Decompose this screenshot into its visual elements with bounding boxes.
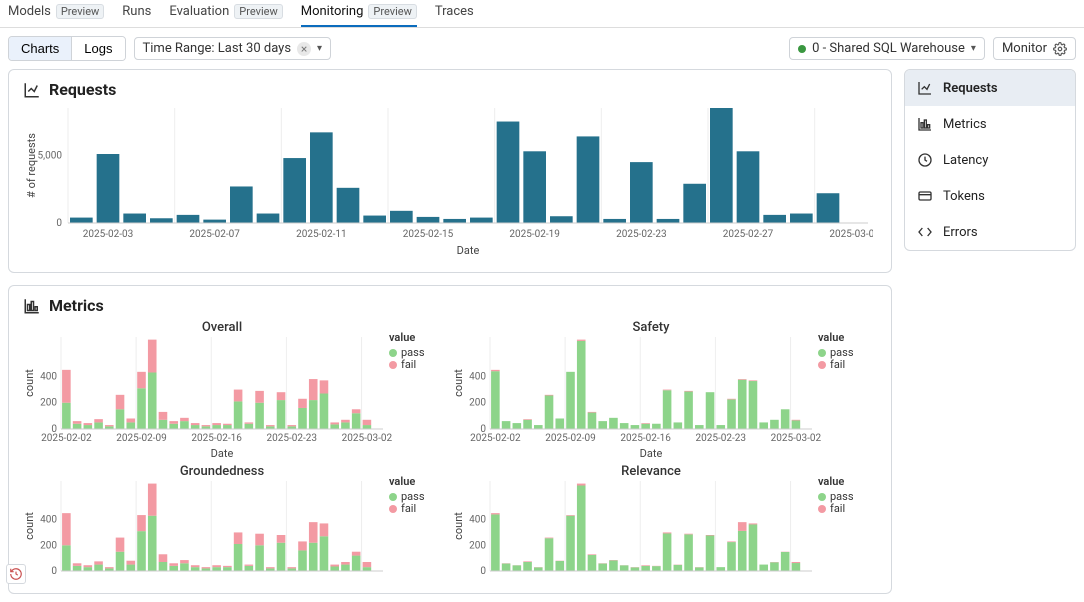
svg-text:2025-02-11: 2025-02-11 <box>296 229 347 240</box>
svg-text:0: 0 <box>51 566 57 577</box>
timerange-picker[interactable]: Time Range: Last 30 days × ▾ <box>134 37 332 60</box>
preview-badge: Preview <box>234 4 282 19</box>
svg-text:2025-02-03: 2025-02-03 <box>83 229 134 240</box>
svg-text:value: value <box>818 331 844 344</box>
svg-text:2025-03-03: 2025-03-03 <box>829 229 873 240</box>
svg-text:fail: fail <box>401 502 416 515</box>
svg-text:400: 400 <box>469 515 486 526</box>
svg-text:2025-02-27: 2025-02-27 <box>723 229 774 240</box>
svg-text:Overall: Overall <box>202 320 242 335</box>
groundedness-chart: Groundedness0200400countvaluepassfail <box>23 463 443 583</box>
svg-text:fail: fail <box>830 502 845 515</box>
monitor-button[interactable]: Monitor <box>993 37 1076 60</box>
code-icon <box>917 224 933 240</box>
chart-bar-icon <box>23 297 41 315</box>
clock-icon <box>917 152 933 168</box>
top-nav: ModelsPreview Runs EvaluationPreview Mon… <box>0 0 1084 28</box>
overall-chart: Overall0200400count2025-02-022025-02-092… <box>23 319 443 459</box>
svg-text:count: count <box>452 512 465 540</box>
chart-bar-icon <box>917 116 933 132</box>
charts-button[interactable]: Charts <box>9 37 71 60</box>
svg-text:2025-02-16: 2025-02-16 <box>191 433 242 444</box>
requests-chart: 0 5,000# of requests 2025-02-03 2025-02-07 2… <box>23 103 873 258</box>
svg-text:Date: Date <box>211 447 234 459</box>
metrics-panel: Metrics Overall 0 200 400 count 2025-02-02 202… <box>8 285 892 594</box>
svg-text:fail: fail <box>830 358 845 371</box>
sidebar-item-requests[interactable]: Requests <box>905 70 1075 106</box>
svg-text:fail: fail <box>401 358 416 371</box>
status-dot <box>798 45 806 53</box>
chevron-down-icon: ▾ <box>317 43 322 54</box>
svg-text:Date: Date <box>640 447 663 459</box>
tab-monitoring[interactable]: MonitoringPreview <box>301 0 417 27</box>
svg-text:value: value <box>818 475 844 488</box>
history-button[interactable] <box>6 564 26 584</box>
sidebar-item-tokens[interactable]: Tokens <box>905 178 1075 214</box>
gear-icon <box>1053 42 1067 56</box>
card-icon <box>917 188 933 204</box>
svg-text:200: 200 <box>40 398 57 409</box>
svg-text:2025-02-23: 2025-02-23 <box>696 433 747 444</box>
tab-models[interactable]: ModelsPreview <box>8 0 104 27</box>
svg-text:2025-02-09: 2025-02-09 <box>116 433 167 444</box>
chart-line-icon <box>23 81 41 99</box>
panel-title: Requests <box>23 80 877 99</box>
logs-button[interactable]: Logs <box>71 37 124 60</box>
relevance-chart: Relevance0200400countvaluepassfail <box>452 463 872 583</box>
sidebar-item-metrics[interactable]: Metrics <box>905 106 1075 142</box>
svg-text:2025-02-23: 2025-02-23 <box>267 433 318 444</box>
svg-text:Relevance: Relevance <box>621 464 681 479</box>
sidebar-item-errors[interactable]: Errors <box>905 214 1075 250</box>
svg-text:2025-02-16: 2025-02-16 <box>620 433 671 444</box>
requests-panel: Requests 0 5,000# of requests 2025-02-03 20… <box>8 69 892 273</box>
svg-text:400: 400 <box>469 371 486 382</box>
sidebar-item-latency[interactable]: Latency <box>905 142 1075 178</box>
svg-text:2025-02-09: 2025-02-09 <box>545 433 596 444</box>
history-icon <box>9 567 23 581</box>
warehouse-picker[interactable]: 0 - Shared SQL Warehouse ▾ <box>789 37 985 60</box>
svg-text:400: 400 <box>40 515 57 526</box>
svg-text:count: count <box>23 512 36 540</box>
toolbar: Charts Logs Time Range: Last 30 days × ▾… <box>0 28 1084 69</box>
svg-text:2025-02-02: 2025-02-02 <box>41 433 92 444</box>
tab-traces[interactable]: Traces <box>435 0 474 27</box>
panel-title: Metrics <box>23 296 877 315</box>
svg-text:400: 400 <box>40 371 57 382</box>
svg-text:value: value <box>389 331 415 344</box>
svg-text:200: 200 <box>469 398 486 409</box>
preview-badge: Preview <box>56 4 104 19</box>
svg-text:count: count <box>452 369 465 397</box>
close-icon[interactable]: × <box>297 42 311 56</box>
chart-line-icon <box>917 80 933 96</box>
svg-text:2025-02-15: 2025-02-15 <box>403 229 454 240</box>
svg-text:2025-02-07: 2025-02-07 <box>189 229 240 240</box>
section-nav: Requests Metrics Latency Tokens Errors <box>904 69 1076 251</box>
safety-chart: Safety0200400count2025-02-022025-02-0920… <box>452 319 872 459</box>
tab-runs[interactable]: Runs <box>122 0 151 27</box>
svg-text:200: 200 <box>469 540 486 551</box>
svg-text:2025-02-19: 2025-02-19 <box>509 229 560 240</box>
svg-text:Safety: Safety <box>633 320 671 335</box>
tab-evaluation[interactable]: EvaluationPreview <box>169 0 282 27</box>
svg-text:value: value <box>389 475 415 488</box>
svg-text:200: 200 <box>40 540 57 551</box>
view-segmented: Charts Logs <box>8 36 126 61</box>
svg-text:0: 0 <box>56 218 62 229</box>
svg-text:# of requests: # of requests <box>25 133 38 198</box>
svg-text:5,000: 5,000 <box>38 150 63 161</box>
svg-text:0: 0 <box>480 566 486 577</box>
svg-text:2025-02-02: 2025-02-02 <box>470 433 521 444</box>
svg-text:2025-03-02: 2025-03-02 <box>342 433 393 444</box>
svg-text:Date: Date <box>457 244 480 257</box>
svg-text:2025-03-02: 2025-03-02 <box>771 433 822 444</box>
chevron-down-icon: ▾ <box>971 43 976 54</box>
svg-text:count: count <box>23 369 36 397</box>
preview-badge: Preview <box>368 4 416 19</box>
svg-text:2025-02-23: 2025-02-23 <box>616 229 667 240</box>
svg-text:Groundedness: Groundedness <box>180 464 265 479</box>
